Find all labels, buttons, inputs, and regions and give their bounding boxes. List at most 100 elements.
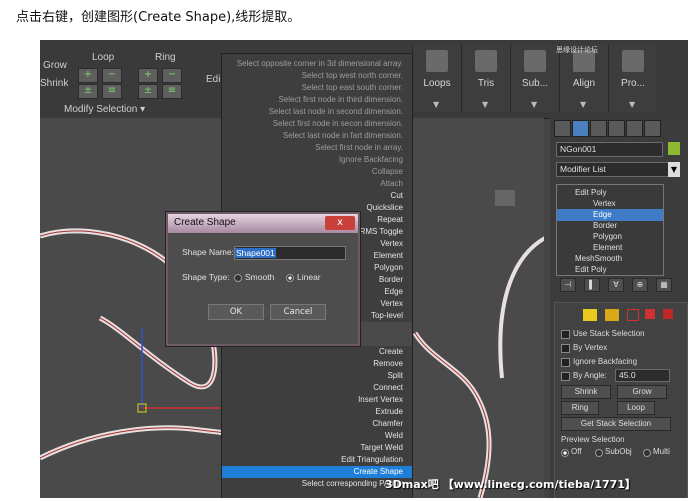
display-tab-icon[interactable] [626, 120, 643, 137]
motion-tab-icon[interactable] [608, 120, 625, 137]
menu-item[interactable]: Create Shape [222, 466, 412, 478]
create-shape-dialog: Create Shape x Shape Name: Shape001 Shap… [166, 212, 360, 346]
shrink-label[interactable]: Shrink [40, 78, 68, 89]
menu-item[interactable]: Ignore Backfacing [222, 154, 412, 166]
utilities-tab-icon[interactable] [644, 120, 661, 137]
ignore-backfacing-checkbox[interactable] [561, 358, 570, 367]
menu-item[interactable]: Collapse [222, 166, 412, 178]
ring-add-button[interactable]: + [138, 68, 158, 83]
configure-sets-icon[interactable]: ▦ [656, 278, 672, 292]
menu-item[interactable]: Select last node in fart dimension. [222, 130, 412, 142]
modifier-stack[interactable]: Edit Poly Vertex Edge Border Polygon Element M… [556, 184, 664, 276]
menu-item[interactable]: Cut [222, 190, 412, 202]
polygon-mode-icon[interactable] [645, 309, 655, 319]
modify-selection-label[interactable]: Modify Selection ▾ [64, 104, 145, 115]
loops-icon [426, 50, 448, 72]
use-stack-selection-checkbox[interactable] [561, 330, 570, 339]
menu-item[interactable]: Select corresponding PArray [222, 478, 412, 490]
chevron-down-icon: ▼ [580, 100, 587, 109]
show-end-result-icon[interactable]: ▌ [584, 278, 600, 292]
loop-add-button[interactable]: + [78, 68, 98, 83]
ring-grid-button[interactable]: ≡ [162, 84, 182, 99]
chevron-down-icon[interactable]: ▼ [668, 162, 680, 177]
tris-icon [475, 50, 497, 72]
menu-item[interactable]: Extrude [222, 406, 412, 418]
by-vertex-checkbox[interactable] [561, 344, 570, 353]
get-stack-selection-button[interactable]: Get Stack Selection [561, 417, 671, 431]
vertex-mode-icon[interactable] [583, 309, 597, 321]
object-name-field[interactable]: NGon001 [556, 142, 663, 157]
modify-tab-icon[interactable] [572, 120, 589, 137]
menu-item[interactable]: Attach [222, 178, 412, 190]
top-watermark: 思缘设计论坛 [556, 46, 598, 54]
menu-item[interactable]: Select first node in secon dimension. [222, 118, 412, 130]
ring-button[interactable]: Ring [561, 401, 599, 415]
loop-remove-button[interactable]: − [102, 68, 122, 83]
watermark: 3Dmax吧 【www.linecg.com/tieba/1771】 [385, 478, 636, 491]
border-mode-icon[interactable] [627, 309, 639, 321]
menu-item[interactable]: Edit Triangulation [222, 454, 412, 466]
by-vertex-label: By Vertex [573, 343, 608, 352]
menu-item[interactable]: Insert Vertex [222, 394, 412, 406]
hierarchy-tab-icon[interactable] [590, 120, 607, 137]
chevron-down-icon: ▼ [433, 100, 440, 109]
ring-label[interactable]: Ring [155, 52, 176, 63]
menu-item[interactable]: Create [222, 346, 412, 358]
menu-item[interactable]: Target Weld [222, 442, 412, 454]
modifier-list-dropdown[interactable]: Modifier List [556, 162, 673, 177]
loop-shift-button[interactable]: ± [78, 84, 98, 99]
grow-button[interactable]: Grow [617, 385, 667, 399]
menu-item[interactable]: Select first node in third dimension. [222, 94, 412, 106]
preview-off-label: Off [571, 447, 582, 456]
element-mode-icon[interactable] [663, 309, 673, 319]
edit-label[interactable]: Edi [206, 74, 220, 85]
properties-button[interactable]: Pro... ▼ [608, 44, 657, 112]
menu-item[interactable]: Connect [222, 382, 412, 394]
stack-item[interactable]: Edit Poly [557, 264, 663, 276]
loop-grid-button[interactable]: ≡ [102, 84, 122, 99]
remove-modifier-icon[interactable]: ⊕ [632, 278, 648, 292]
cancel-button[interactable]: Cancel [270, 304, 326, 320]
subdivision-icon [524, 50, 546, 72]
grow-label[interactable]: Grow [43, 60, 67, 71]
dialog-titlebar: Create Shape x [168, 214, 358, 233]
subdivision-button[interactable]: Sub... ▼ [510, 44, 559, 112]
by-angle-spinner[interactable]: 45.0 [615, 369, 670, 382]
shrink-button[interactable]: Shrink [561, 385, 611, 399]
chevron-down-icon: ▼ [629, 100, 636, 109]
use-stack-selection-label: Use Stack Selection [573, 329, 645, 338]
preview-off-radio[interactable] [561, 449, 569, 457]
chevron-down-icon: ▼ [482, 100, 489, 109]
ring-remove-button[interactable]: − [162, 68, 182, 83]
object-color-swatch[interactable] [668, 142, 680, 155]
menu-item[interactable]: Select first node in array. [222, 142, 412, 154]
tris-button[interactable]: Tris ▼ [461, 44, 510, 112]
ok-button[interactable]: OK [208, 304, 264, 320]
linear-radio[interactable] [286, 274, 294, 282]
loop-button[interactable]: Loop [617, 401, 655, 415]
by-angle-checkbox[interactable] [561, 372, 570, 381]
preview-multi-label: Multi [653, 447, 670, 456]
shape-name-input[interactable]: Shape001 [234, 246, 346, 260]
chevron-down-icon: ▼ [531, 100, 538, 109]
loops-button[interactable]: Loops ▼ [412, 44, 461, 112]
loop-label[interactable]: Loop [92, 52, 114, 63]
viewcube-icon [495, 190, 515, 206]
menu-item[interactable]: Select top east south corner. [222, 82, 412, 94]
close-button[interactable]: x [325, 216, 355, 230]
menu-item[interactable]: Chamfer [222, 418, 412, 430]
pin-stack-icon[interactable]: ⊣ [560, 278, 576, 292]
ring-shift-button[interactable]: ± [138, 84, 158, 99]
smooth-radio[interactable] [234, 274, 242, 282]
menu-item[interactable]: Select last node in second dimension. [222, 106, 412, 118]
preview-multi-radio[interactable] [643, 449, 651, 457]
edge-mode-icon[interactable] [605, 309, 619, 321]
make-unique-icon[interactable]: ∀ [608, 278, 624, 292]
menu-item[interactable]: Weld [222, 430, 412, 442]
create-tab-icon[interactable] [554, 120, 571, 137]
menu-item[interactable]: Remove [222, 358, 412, 370]
menu-item[interactable]: Split [222, 370, 412, 382]
preview-subobj-radio[interactable] [595, 449, 603, 457]
menu-item[interactable]: Select opposite corner in 3d dimensional… [222, 58, 412, 70]
menu-item[interactable]: Select top west north corner. [222, 70, 412, 82]
